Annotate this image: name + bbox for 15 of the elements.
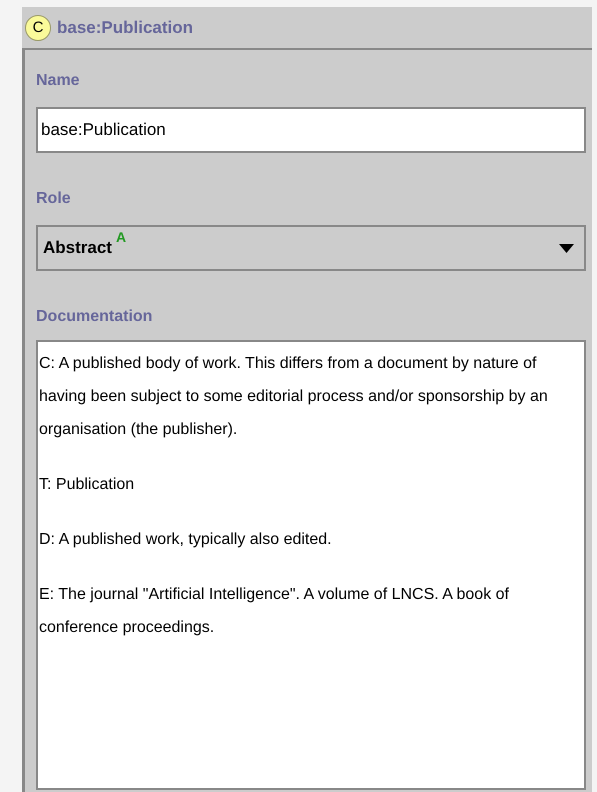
caret-icon — [559, 244, 574, 252]
documentation-paragraph: C: A published body of work. This differs from a document by nature of having been subject to some editorial process and/or sponsorship by an organisation (the publisher). — [39, 354, 549, 440]
documentation-paragraph: T: Publication — [39, 475, 136, 495]
documentation-paragraph: D: A published work, typically also edited. — [39, 530, 333, 550]
documentation-label: Documentation — [36, 309, 154, 325]
abstract-marker: A — [116, 230, 126, 244]
role-label: Role — [36, 191, 72, 207]
documentation-text-area[interactable] — [36, 340, 586, 790]
role-dropdown[interactable]: Abstract A — [36, 225, 586, 271]
documentation-paragraph: E: The journal "Artificial Intelligence". A volume of LNCS. A book of conference proceedings. — [39, 585, 510, 638]
panel-title: base:Publication — [57, 16, 194, 39]
name-label: Name — [36, 73, 81, 89]
role-value: Abstract — [43, 237, 112, 260]
name-field[interactable]: base:Publication — [36, 107, 586, 153]
class-badge: C — [25, 14, 51, 40]
